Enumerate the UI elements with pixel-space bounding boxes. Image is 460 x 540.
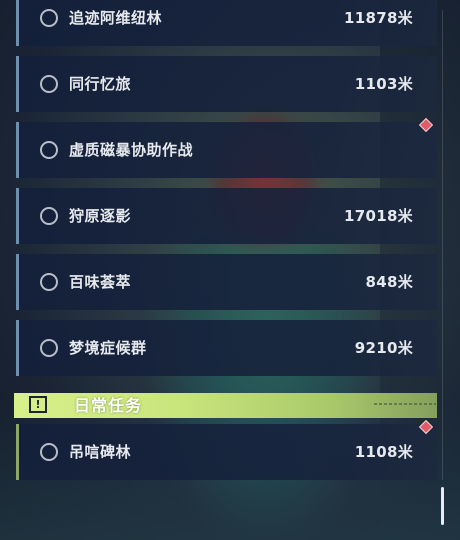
quest-distance: 848米 bbox=[365, 273, 413, 291]
quest-row-accent bbox=[16, 122, 19, 178]
quest-name: 同行忆旅 bbox=[69, 75, 132, 93]
alert-square-icon: ! bbox=[29, 396, 47, 413]
quest-distance: 17018米 bbox=[344, 207, 413, 225]
quest-row[interactable]: 梦境症候群 9210米 bbox=[16, 320, 437, 376]
quest-distance: 9210米 bbox=[354, 339, 413, 357]
header-decoration bbox=[374, 403, 436, 405]
scrollbar-thumb[interactable] bbox=[441, 487, 444, 525]
daily-quests-header[interactable]: ! 日常任务 bbox=[14, 393, 437, 418]
quest-track-circle-icon[interactable] bbox=[40, 339, 58, 357]
daily-quest-row[interactable]: 吊唁碑林 1108米 bbox=[16, 424, 437, 480]
quest-row-accent bbox=[16, 320, 19, 376]
quest-track-circle-icon[interactable] bbox=[40, 273, 58, 291]
quest-name: 吊唁碑林 bbox=[69, 443, 132, 461]
quest-name: 百味荟萃 bbox=[69, 273, 132, 291]
quest-distance: 11878米 bbox=[344, 9, 413, 27]
quest-row[interactable]: 狩原逐影 17018米 bbox=[16, 188, 437, 244]
quest-list: 追迹阿维纽林 11878米 同行忆旅 1103米 虚质磁暴协助作战 狩原逐影 1… bbox=[0, 0, 460, 540]
scrollbar-track[interactable] bbox=[442, 10, 443, 480]
quest-track-circle-icon[interactable] bbox=[40, 443, 58, 461]
quest-track-circle-icon[interactable] bbox=[40, 75, 58, 93]
quest-distance: 1103米 bbox=[354, 75, 413, 93]
quest-track-circle-icon[interactable] bbox=[40, 141, 58, 159]
quest-row-accent bbox=[16, 254, 19, 310]
quest-name: 虚质磁暴协助作战 bbox=[69, 141, 194, 159]
quest-distance: 1108米 bbox=[354, 443, 413, 461]
quest-row-accent bbox=[16, 0, 19, 46]
quest-name: 梦境症候群 bbox=[69, 339, 147, 357]
quest-track-circle-icon[interactable] bbox=[40, 207, 58, 225]
quest-row[interactable]: 虚质磁暴协助作战 bbox=[16, 122, 437, 178]
quest-track-circle-icon[interactable] bbox=[40, 9, 58, 27]
quest-row-accent bbox=[16, 56, 19, 112]
quest-row[interactable]: 追迹阿维纽林 11878米 bbox=[16, 0, 437, 46]
daily-quests-title: 日常任务 bbox=[74, 396, 143, 415]
quest-name: 狩原逐影 bbox=[69, 207, 132, 225]
quest-row-accent bbox=[16, 424, 19, 480]
quest-name: 追迹阿维纽林 bbox=[69, 9, 163, 27]
quest-row-accent bbox=[16, 188, 19, 244]
quest-row[interactable]: 同行忆旅 1103米 bbox=[16, 56, 437, 112]
quest-row[interactable]: 百味荟萃 848米 bbox=[16, 254, 437, 310]
